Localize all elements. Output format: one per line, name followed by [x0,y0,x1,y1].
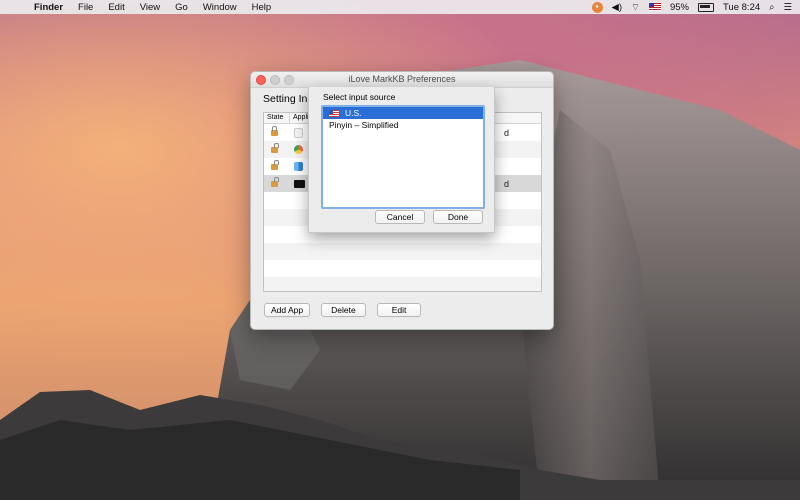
close-button[interactable] [256,75,266,85]
setting-label: Setting Inp [263,93,314,105]
unlock-icon[interactable] [271,142,279,153]
clock[interactable]: Tue 8:24 [723,2,760,13]
window-controls [256,75,294,85]
search-icon[interactable]: ⌕ [769,2,774,13]
menu-bar: Finder File Edit View Go Window Help ● ◀… [0,0,800,14]
chrome-icon [294,145,303,154]
wifi-icon[interactable]: ⌔ [631,2,640,13]
volume-icon[interactable]: ◀) [612,2,622,13]
unlock-icon[interactable] [271,176,279,187]
finder-icon [294,162,303,171]
sheet-buttons: Cancel Done [375,210,483,224]
row-trailing-text: d [504,127,510,138]
battery-percent: 95% [669,1,689,13]
list-icon[interactable]: ☰ [783,2,792,13]
delete-button[interactable]: Delete [321,303,366,317]
sheet-title: Select input source [323,92,396,102]
input-source-list[interactable]: U.S. Pinyin – Simplified [321,105,485,209]
empty-row [264,243,541,260]
unlock-icon[interactable] [271,159,279,170]
battery-icon[interactable] [697,2,714,12]
list-item-label: U.S. [345,108,362,118]
input-flag-icon[interactable] [648,3,661,11]
done-button[interactable]: Done [433,210,483,224]
cancel-button[interactable]: Cancel [375,210,425,224]
column-state[interactable]: State [264,113,290,123]
menu-file[interactable]: File [78,2,93,13]
table-actions: Add App Delete Edit [264,303,422,317]
add-app-button[interactable]: Add App [264,303,311,317]
menu-edit[interactable]: Edit [108,2,124,13]
list-item-pinyin[interactable]: Pinyin – Simplified [323,119,483,131]
empty-row [264,260,541,277]
edit-button[interactable]: Edit [376,303,422,317]
window-title: iLove MarkKB Preferences [348,74,456,84]
minimize-button[interactable] [270,75,280,85]
list-item-label: Pinyin – Simplified [329,120,399,130]
input-source-sheet: Select input source U.S. Pinyin – Simpli… [308,87,495,233]
menu-view[interactable]: View [140,2,160,13]
app-tray-icon[interactable]: ● [591,1,603,13]
menu-finder[interactable]: Finder [34,2,63,13]
menu-window[interactable]: Window [203,2,237,13]
empty-row [264,277,541,291]
terminal-icon [294,179,305,188]
menu-help[interactable]: Help [252,2,272,13]
document-icon [294,127,303,138]
us-flag-icon [329,109,339,117]
lock-icon[interactable] [271,125,278,136]
zoom-button[interactable] [284,75,294,85]
menu-go[interactable]: Go [175,2,188,13]
status-area: ● ◀) ⌔ 95% Tue 8:24 ⌕ ☰ [591,1,792,13]
window-titlebar[interactable]: iLove MarkKB Preferences [251,72,553,88]
row-trailing-text: d [504,178,510,189]
list-item-us[interactable]: U.S. [323,107,483,119]
